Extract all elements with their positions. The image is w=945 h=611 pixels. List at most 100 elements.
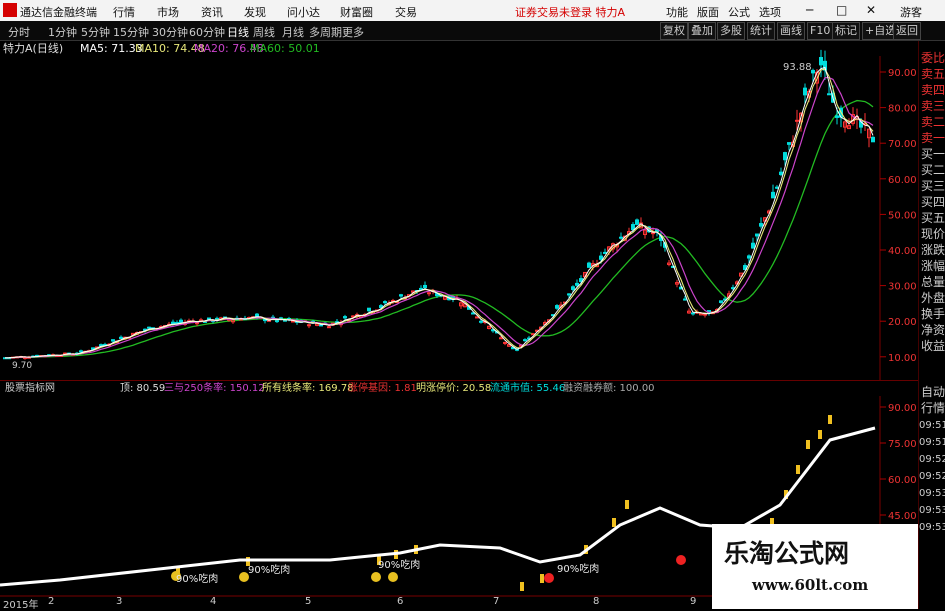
sidebar-item-sell2[interactable]: 卖二 (921, 113, 945, 130)
candle-body (811, 69, 815, 74)
x-axis-label: 3 (116, 596, 123, 607)
candle-body (499, 337, 503, 340)
signal-bar (828, 415, 832, 424)
candle-body (555, 305, 559, 309)
signal-bar (540, 574, 544, 583)
annotation-label: 90%吃肉 (176, 572, 218, 585)
time-label: 09:51 (919, 420, 945, 431)
watermark: 乐淘公式网 www.60lt.com (712, 524, 918, 609)
candle-body (819, 57, 823, 66)
candle-body (771, 191, 775, 199)
indicator-line3: 涨停基因: 1.81 (348, 383, 417, 394)
signal-bar (806, 440, 810, 449)
indicator-name[interactable]: 股票指标网 (5, 381, 55, 396)
candle-body (195, 322, 199, 325)
x-axis-label: 7 (493, 596, 500, 607)
sidebar-item-sell5[interactable]: 卖五 (921, 65, 945, 82)
candle-body (571, 286, 575, 290)
candle-body (599, 255, 603, 260)
candle-body (427, 292, 431, 295)
sidebar-item-sell4[interactable]: 卖四 (921, 81, 945, 98)
red-dot-icon (544, 573, 554, 583)
candle-body (603, 251, 607, 254)
sidebar-item-price[interactable]: 现价 (921, 225, 945, 242)
sidebar-item-buy3[interactable]: 买三 (921, 177, 945, 194)
candle-body (479, 320, 483, 323)
low-price-label: 9.70 (12, 361, 32, 371)
candle-body (651, 232, 655, 235)
ma5-line (4, 66, 874, 359)
sidebar-item-change[interactable]: 涨跌 (921, 241, 945, 258)
time-label: 09:52 (919, 471, 945, 482)
time-label: 09:51 (919, 437, 945, 448)
candle-body (79, 350, 83, 353)
candle-body (575, 282, 579, 286)
x-axis-label: 6 (397, 596, 404, 607)
watermark-url: www.60lt.com (752, 576, 869, 594)
sidebar-item-outer[interactable]: 外盘 (921, 289, 945, 306)
ma20-line (4, 76, 874, 359)
candle-body (587, 262, 591, 268)
candle-body (503, 341, 507, 344)
signal-bar (612, 518, 616, 527)
price-axis-label: 30.00 (888, 282, 917, 293)
chart-canvas[interactable]: 90.00 80.00 70.00 60.00 50.00 40.00 30.00 20.00… (0, 0, 945, 609)
signal-bar (520, 582, 524, 591)
candle-body (207, 317, 211, 320)
sidebar-item-buy1[interactable]: 买一 (921, 145, 945, 162)
sidebar-item-net-asset[interactable]: 净资 (921, 321, 945, 338)
signal-bar (796, 465, 800, 474)
sidebar-quotes[interactable]: 行情 (921, 399, 945, 416)
price-axis-label: 90.00 (888, 68, 917, 79)
candle-body (147, 326, 151, 329)
candle-body (327, 326, 331, 329)
sidebar-item-volume[interactable]: 总量 (921, 273, 945, 290)
candle-body (835, 115, 839, 118)
time-label: 09:52 (919, 454, 945, 465)
sidebar-item-buy5[interactable]: 买五 (921, 209, 945, 226)
x-axis-label: 2 (48, 596, 55, 607)
candle-body (367, 307, 371, 312)
indicator-base: 顶: 80.59 (120, 383, 166, 394)
smiley-icon (371, 572, 381, 582)
x-axis-label: 5 (305, 596, 312, 607)
indicator-axis-label: 60.00 (888, 475, 917, 486)
indicator-line2: 所有线条率: 169.78 (262, 383, 354, 394)
x-axis-label: 4 (210, 596, 217, 607)
annotation-label: 90%吃肉 (378, 558, 420, 571)
candle-body (755, 233, 759, 237)
ma60-line (4, 99, 874, 359)
time-label: 09:53 (919, 522, 945, 533)
candle-body (751, 242, 755, 249)
signal-bar (625, 500, 629, 509)
candle-body (319, 324, 323, 327)
sidebar-item-earnings[interactable]: 收益 (921, 337, 945, 354)
sidebar-item-turnover[interactable]: 换手 (921, 305, 945, 322)
candle-body (827, 93, 831, 96)
candle-body (759, 223, 763, 227)
sidebar-auto[interactable]: 自动 (921, 383, 945, 400)
candle-body (683, 298, 687, 301)
candle-body (383, 301, 387, 304)
sidebar-item-change-pct[interactable]: 涨幅 (921, 257, 945, 274)
ma10-line (4, 68, 874, 359)
sidebar-item-weibi[interactable]: 委比 (921, 49, 945, 66)
smiley-icon (388, 572, 398, 582)
indicator-line6: 融资融券额: 100.00 (563, 383, 655, 394)
sidebar-item-buy2[interactable]: 买二 (921, 161, 945, 178)
candle-body (691, 312, 695, 315)
sidebar-item-sell1[interactable]: 卖一 (921, 129, 945, 146)
signal-bar (818, 430, 822, 439)
sidebar-item-sell3[interactable]: 卖三 (921, 97, 945, 114)
watermark-title: 乐淘公式网 (724, 539, 850, 568)
time-label: 09:53 (919, 505, 945, 516)
candle-body (871, 136, 875, 143)
x-axis-label: 9 (690, 596, 697, 607)
candle-body (307, 324, 311, 327)
candle-body (631, 224, 635, 231)
price-axis-label: 10.00 (888, 353, 917, 364)
price-axis-label: 50.00 (888, 210, 917, 221)
sidebar-item-buy4[interactable]: 买四 (921, 193, 945, 210)
time-label: 09:53 (919, 488, 945, 499)
candle-body (747, 255, 751, 259)
